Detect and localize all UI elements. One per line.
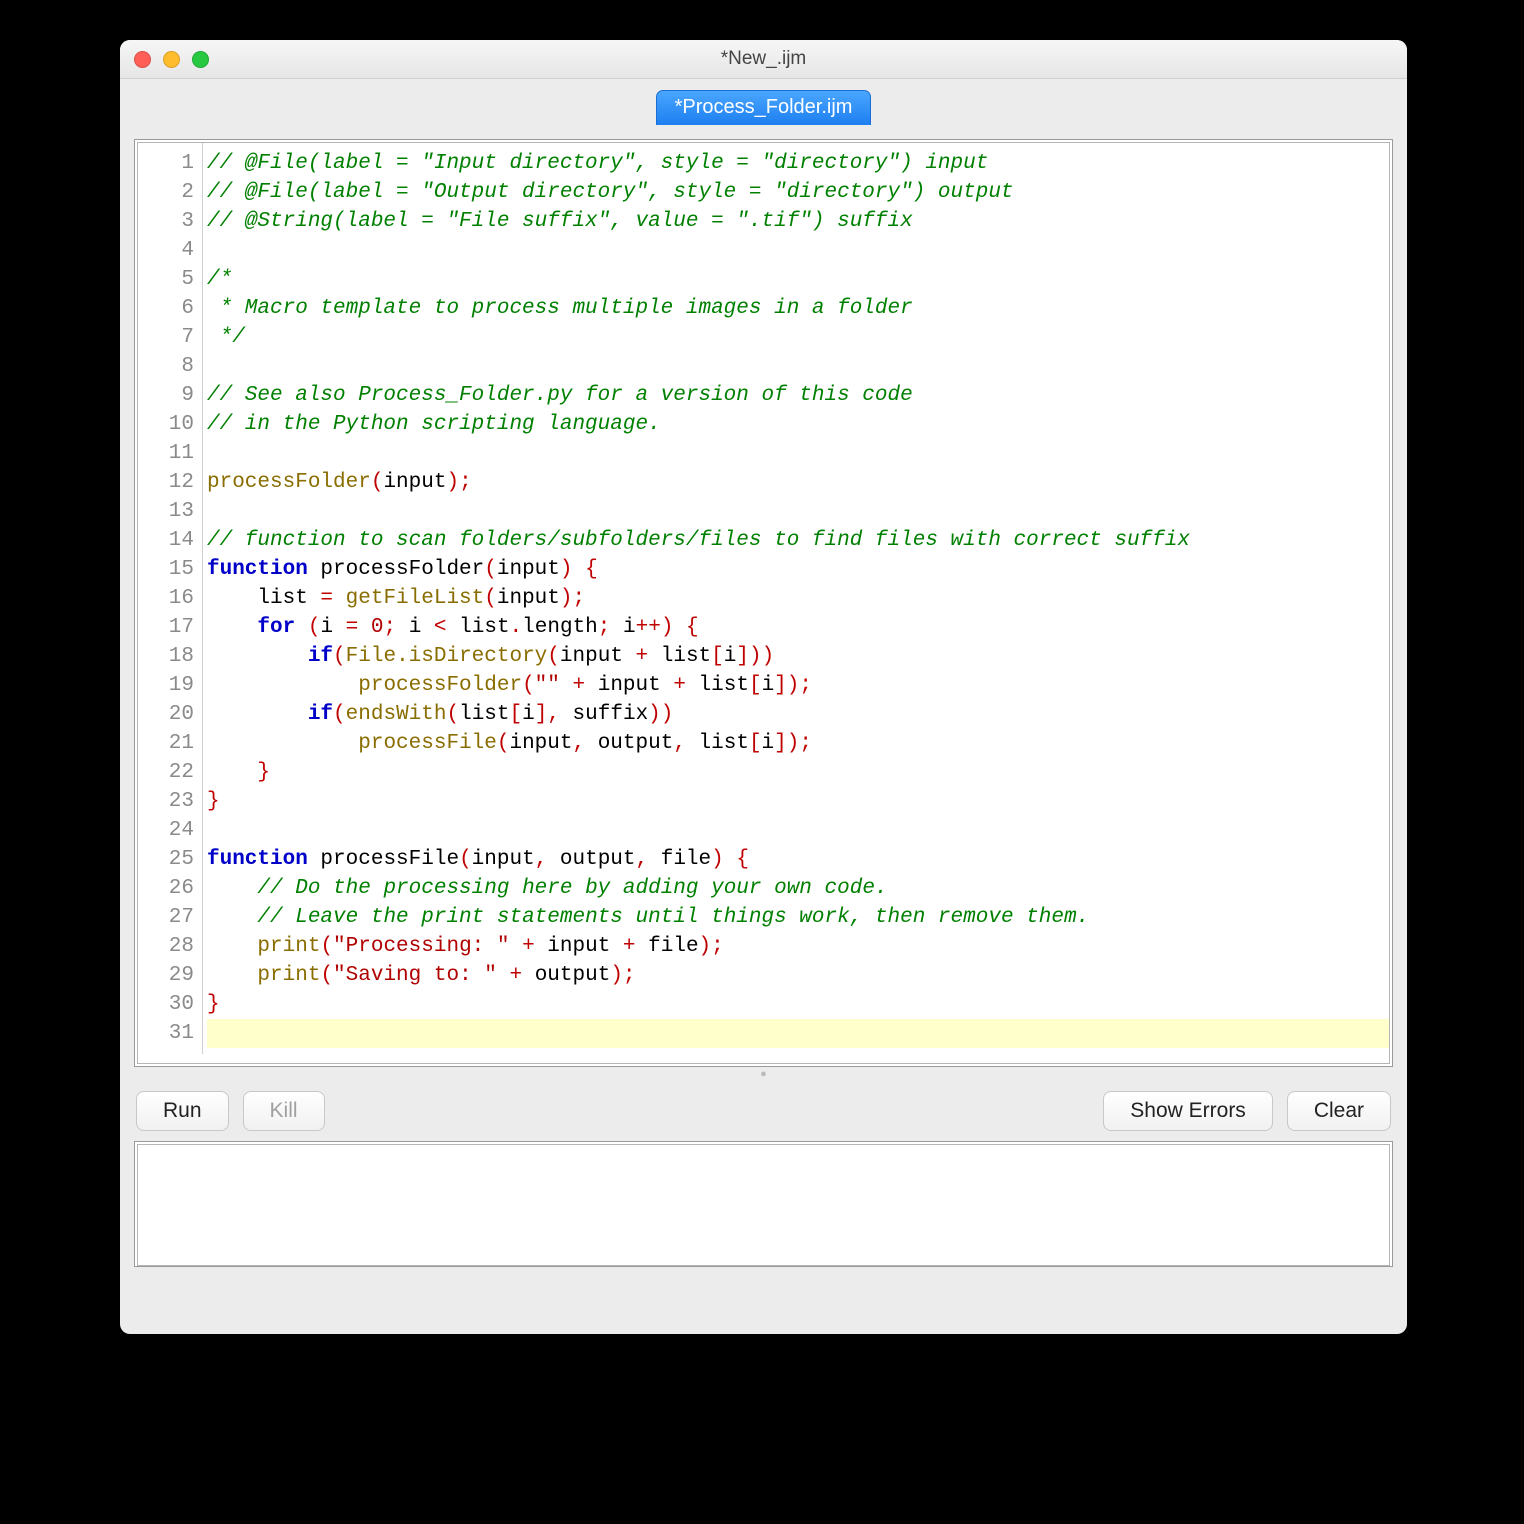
titlebar: *New_.ijm bbox=[120, 40, 1407, 79]
window-title: *New_.ijm bbox=[120, 48, 1407, 70]
output-frame bbox=[134, 1141, 1393, 1267]
tab-active[interactable]: *Process_Folder.ijm bbox=[656, 90, 872, 125]
clear-button[interactable]: Clear bbox=[1287, 1091, 1391, 1131]
show-errors-button[interactable]: Show Errors bbox=[1103, 1091, 1273, 1131]
minimize-icon[interactable] bbox=[163, 51, 180, 68]
code-content[interactable]: // @File(label = "Input directory", styl… bbox=[203, 143, 1389, 1054]
run-button[interactable]: Run bbox=[136, 1091, 229, 1131]
output-console[interactable] bbox=[137, 1144, 1390, 1266]
editor-window: *New_.ijm *Process_Folder.ijm 1234567891… bbox=[120, 40, 1407, 1334]
window-controls bbox=[134, 51, 209, 68]
tab-bar: *Process_Folder.ijm bbox=[120, 79, 1407, 125]
split-handle-icon[interactable]: ● bbox=[134, 1067, 1393, 1081]
tab-label: *Process_Folder.ijm bbox=[675, 96, 853, 118]
button-bar: Run Kill Show Errors Clear bbox=[134, 1081, 1393, 1141]
zoom-icon[interactable] bbox=[192, 51, 209, 68]
kill-button[interactable]: Kill bbox=[243, 1091, 325, 1131]
close-icon[interactable] bbox=[134, 51, 151, 68]
code-editor[interactable]: 1234567891011121314151617181920212223242… bbox=[137, 142, 1390, 1064]
line-number-gutter: 1234567891011121314151617181920212223242… bbox=[138, 143, 203, 1054]
editor-frame: 1234567891011121314151617181920212223242… bbox=[134, 139, 1393, 1067]
